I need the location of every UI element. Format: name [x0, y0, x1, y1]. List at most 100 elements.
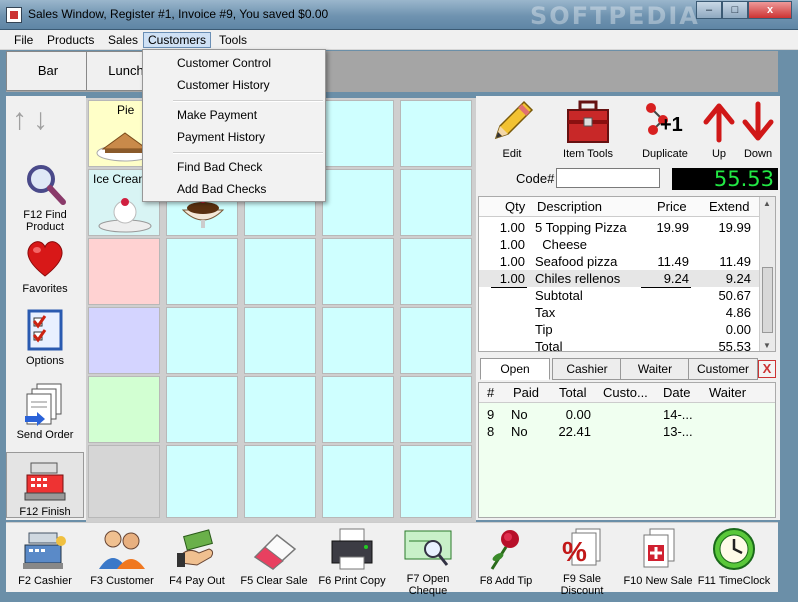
rose-icon: [490, 530, 519, 570]
tab-customer[interactable]: Customer: [688, 358, 758, 380]
checks-list[interactable]: # Paid Total Custo... Date Waiter 9 No 0…: [478, 382, 776, 518]
product-empty[interactable]: [166, 445, 238, 518]
category-bar-button[interactable]: Bar: [6, 51, 90, 91]
code-input[interactable]: [556, 168, 661, 188]
product-empty[interactable]: [88, 238, 160, 305]
product-empty[interactable]: [244, 307, 316, 374]
favorites-label: Favorites: [22, 283, 68, 295]
menu-item-find-bad-check[interactable]: Find Bad Check: [145, 156, 323, 178]
open-cheque-button[interactable]: F7 Open Cheque: [388, 527, 468, 597]
header-paid[interactable]: Paid: [513, 385, 539, 400]
menu-tools[interactable]: Tools: [215, 32, 251, 48]
customer-button[interactable]: F3 Customer: [82, 527, 162, 587]
menu-file[interactable]: File: [10, 32, 37, 48]
product-empty[interactable]: [166, 238, 238, 305]
tab-open[interactable]: Open: [480, 358, 550, 380]
receipt-row-selected[interactable]: 1.00 Chiles rellenos 9.24 9.24: [479, 270, 759, 287]
menu-item-add-bad-checks[interactable]: Add Bad Checks: [145, 178, 323, 200]
tax-label: Tax: [535, 305, 556, 320]
header-description[interactable]: Description: [537, 199, 602, 214]
product-empty[interactable]: [88, 307, 160, 374]
tab-cashier[interactable]: Cashier: [552, 358, 622, 380]
find-product-button[interactable]: F12 Find Product: [6, 162, 84, 233]
pay-out-button[interactable]: F4 Pay Out: [158, 527, 236, 587]
receipt-list[interactable]: Qty Description Price Extend 1.00 5 Topp…: [478, 196, 776, 352]
product-empty[interactable]: [88, 376, 160, 443]
finish-button[interactable]: F12 Finish: [6, 452, 84, 518]
add-tip-button[interactable]: F8 Add Tip: [466, 527, 546, 587]
product-empty[interactable]: [322, 238, 394, 305]
menu-sales[interactable]: Sales: [104, 32, 142, 48]
timeclock-button[interactable]: F11 TimeClock: [694, 527, 774, 587]
scroll-up-arrow-icon[interactable]: ↑: [12, 104, 27, 136]
product-empty[interactable]: [400, 376, 472, 443]
product-empty[interactable]: [400, 169, 472, 236]
item-tools-button[interactable]: Item Tools: [558, 98, 618, 160]
right-panel: Edit Item Tools +1 Duplicate Up Down Cod…: [476, 96, 780, 520]
header-waiter[interactable]: Waiter: [709, 385, 746, 400]
print-copy-button[interactable]: F6 Print Copy: [312, 527, 392, 587]
up-button[interactable]: Up: [702, 98, 736, 160]
product-empty[interactable]: [400, 100, 472, 167]
new-sale-button[interactable]: F10 New Sale: [618, 527, 698, 587]
product-empty[interactable]: [244, 238, 316, 305]
menu-customers[interactable]: Customers: [143, 32, 212, 48]
receipt-row[interactable]: 1.00 Seafood pizza 11.49 11.49: [479, 253, 759, 270]
receipt-row[interactable]: 1.00 5 Topping Pizza 19.99 19.99: [479, 219, 759, 236]
close-tab-icon[interactable]: X: [758, 360, 776, 378]
check-row[interactable]: 9 No 0.00 14-...: [479, 407, 775, 423]
product-empty[interactable]: [166, 307, 238, 374]
edit-button[interactable]: Edit: [484, 98, 540, 160]
subtotal-label: Subtotal: [535, 288, 583, 303]
row-qty: 1.00: [499, 220, 525, 235]
checks-header: # Paid Total Custo... Date Waiter: [479, 383, 775, 403]
minimize-button[interactable]: –: [696, 1, 722, 19]
product-empty[interactable]: [244, 376, 316, 443]
product-empty[interactable]: [322, 445, 394, 518]
clear-sale-button[interactable]: F5 Clear Sale: [234, 527, 314, 587]
check-num: 9: [487, 407, 495, 422]
menu-item-make-payment[interactable]: Make Payment: [145, 104, 323, 126]
close-button[interactable]: x: [748, 1, 792, 19]
scroll-down-arrow-icon[interactable]: ↓: [33, 104, 48, 136]
menu-item-customer-history[interactable]: Customer History: [145, 74, 323, 96]
tab-waiter[interactable]: Waiter: [620, 358, 690, 380]
product-empty[interactable]: [88, 445, 160, 518]
scroll-down-icon[interactable]: ▼: [763, 341, 771, 350]
row-price: 9.24: [663, 271, 689, 286]
receipt-scrollbar[interactable]: ▲ ▼: [759, 197, 775, 351]
cashier-button[interactable]: F2 Cashier: [6, 527, 84, 587]
sale-discount-button[interactable]: % F9 Sale Discount: [542, 527, 622, 597]
check-row[interactable]: 8 No 22.41 13-...: [479, 424, 775, 440]
header-date[interactable]: Date: [663, 385, 690, 400]
menu-item-customer-control[interactable]: Customer Control: [145, 52, 323, 74]
product-empty[interactable]: [322, 376, 394, 443]
product-empty[interactable]: [322, 307, 394, 374]
header-total[interactable]: Total: [559, 385, 586, 400]
menu-item-payment-history[interactable]: Payment History: [145, 126, 323, 148]
receipt-row[interactable]: 1.00 Cheese: [479, 236, 759, 253]
scroll-up-icon[interactable]: ▲: [763, 199, 771, 208]
maximize-button[interactable]: □: [722, 1, 748, 19]
scrollbar-thumb[interactable]: [762, 267, 773, 333]
product-empty[interactable]: [166, 376, 238, 443]
duplicate-button[interactable]: +1 Duplicate: [634, 98, 696, 160]
favorites-button[interactable]: Favorites: [6, 236, 84, 295]
options-button[interactable]: Options: [6, 308, 84, 367]
header-price[interactable]: Price: [657, 199, 687, 214]
product-empty[interactable]: [400, 307, 472, 374]
product-empty[interactable]: [244, 445, 316, 518]
header-customer[interactable]: Custo...: [603, 385, 648, 400]
down-button[interactable]: Down: [740, 98, 776, 160]
header-qty[interactable]: Qty: [505, 199, 525, 214]
product-empty[interactable]: [400, 238, 472, 305]
product-empty[interactable]: [400, 445, 472, 518]
header-num[interactable]: #: [487, 385, 494, 400]
menu-products[interactable]: Products: [43, 32, 98, 48]
check-num: 8: [487, 424, 495, 439]
product-empty[interactable]: [322, 169, 394, 236]
product-empty[interactable]: [322, 100, 394, 167]
send-order-button[interactable]: Send Order: [6, 382, 84, 441]
tip-label: Tip: [535, 322, 553, 337]
header-extend[interactable]: Extend: [709, 199, 749, 214]
